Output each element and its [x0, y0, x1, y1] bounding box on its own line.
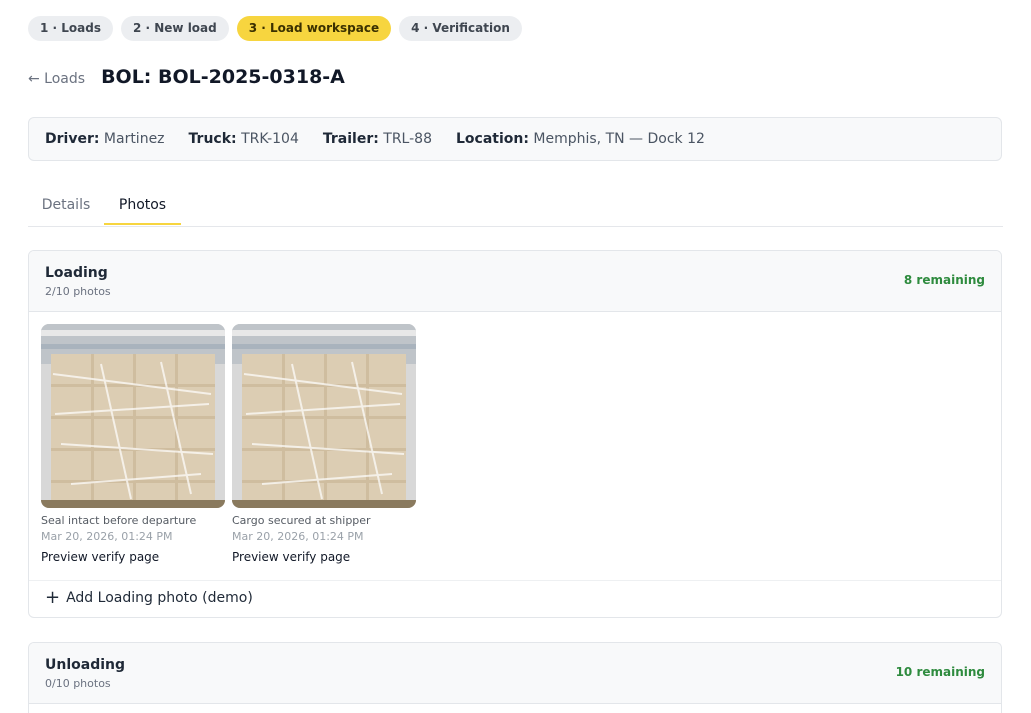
driver-label: Driver:	[45, 131, 100, 147]
step-loads[interactable]: 1 · Loads	[28, 16, 113, 41]
photo-thumbnail[interactable]	[232, 324, 416, 508]
loading-title: Loading	[45, 265, 108, 281]
photo-card: Seal intact before departure Mar 20, 202…	[41, 324, 225, 564]
tab-photos[interactable]: Photos	[104, 188, 181, 225]
preview-verify-link[interactable]: Preview verify page	[41, 550, 225, 564]
back-to-loads-link[interactable]: ← Loads	[28, 71, 85, 87]
location-info: Location: Memphis, TN — Dock 12	[456, 131, 705, 147]
unloading-section: Unloading 0/10 photos 10 remaining	[28, 642, 1002, 713]
unloading-section-header: Unloading 0/10 photos 10 remaining	[29, 643, 1001, 704]
pallet-image	[41, 324, 225, 508]
photo-card: Cargo secured at shipper Mar 20, 2026, 0…	[232, 324, 416, 564]
photo-caption: Cargo secured at shipper	[232, 514, 371, 527]
workspace-tabs: Details Photos	[28, 188, 1003, 227]
unloading-photo-count: 0/10 photos	[45, 677, 111, 690]
loading-photo-count: 2/10 photos	[45, 285, 111, 298]
page-title: BOL: BOL-2025-0318-A	[101, 66, 345, 88]
step-verification[interactable]: 4 · Verification	[399, 16, 522, 41]
unloading-remaining-badge: 10 remaining	[895, 665, 985, 679]
load-info-bar: Driver: Martinez Truck: TRK-104 Trailer:…	[28, 117, 1002, 161]
truck-value: TRK-104	[241, 131, 299, 147]
photo-thumbnail[interactable]	[41, 324, 225, 508]
tab-details[interactable]: Details	[28, 188, 104, 225]
pallet-image	[232, 324, 416, 508]
loading-section-header: Loading 2/10 photos 8 remaining	[29, 251, 1001, 312]
preview-verify-link[interactable]: Preview verify page	[232, 550, 416, 564]
step-load-workspace[interactable]: 3 · Load workspace	[236, 16, 392, 41]
driver-value: Martinez	[103, 131, 165, 147]
truck-info: Truck: TRK-104	[189, 131, 299, 147]
photo-caption: Seal intact before departure	[41, 514, 197, 527]
location-value: Memphis, TN — Dock 12	[533, 131, 705, 147]
plus-icon: +	[45, 587, 61, 608]
step-nav: 1 · Loads 2 · New load 3 · Load workspac…	[28, 16, 522, 41]
unloading-title: Unloading	[45, 657, 126, 673]
trailer-value: TRL-88	[383, 131, 432, 147]
truck-label: Truck:	[188, 131, 237, 147]
add-loading-photo-label: Add Loading photo (demo)	[66, 590, 253, 606]
title-row: ← Loads BOL: BOL-2025-0318-A	[28, 66, 345, 88]
loading-section: Loading 2/10 photos 8 remaining Seal int…	[28, 250, 1002, 618]
trailer-info: Trailer: TRL-88	[323, 131, 432, 147]
loading-photo-grid: Seal intact before departure Mar 20, 202…	[29, 312, 1001, 580]
loading-remaining-badge: 8 remaining	[903, 273, 985, 287]
step-new-load[interactable]: 2 · New load	[120, 16, 229, 41]
photo-timestamp: Mar 20, 2026, 01:24 PM	[232, 530, 364, 543]
photo-timestamp: Mar 20, 2026, 01:24 PM	[41, 530, 173, 543]
add-loading-photo-button[interactable]: + Add Loading photo (demo)	[45, 587, 253, 608]
driver-info: Driver: Martinez	[45, 131, 165, 147]
location-label: Location:	[455, 131, 529, 147]
trailer-label: Trailer:	[322, 131, 379, 147]
add-photo-row: + Add Loading photo (demo)	[29, 580, 1001, 617]
